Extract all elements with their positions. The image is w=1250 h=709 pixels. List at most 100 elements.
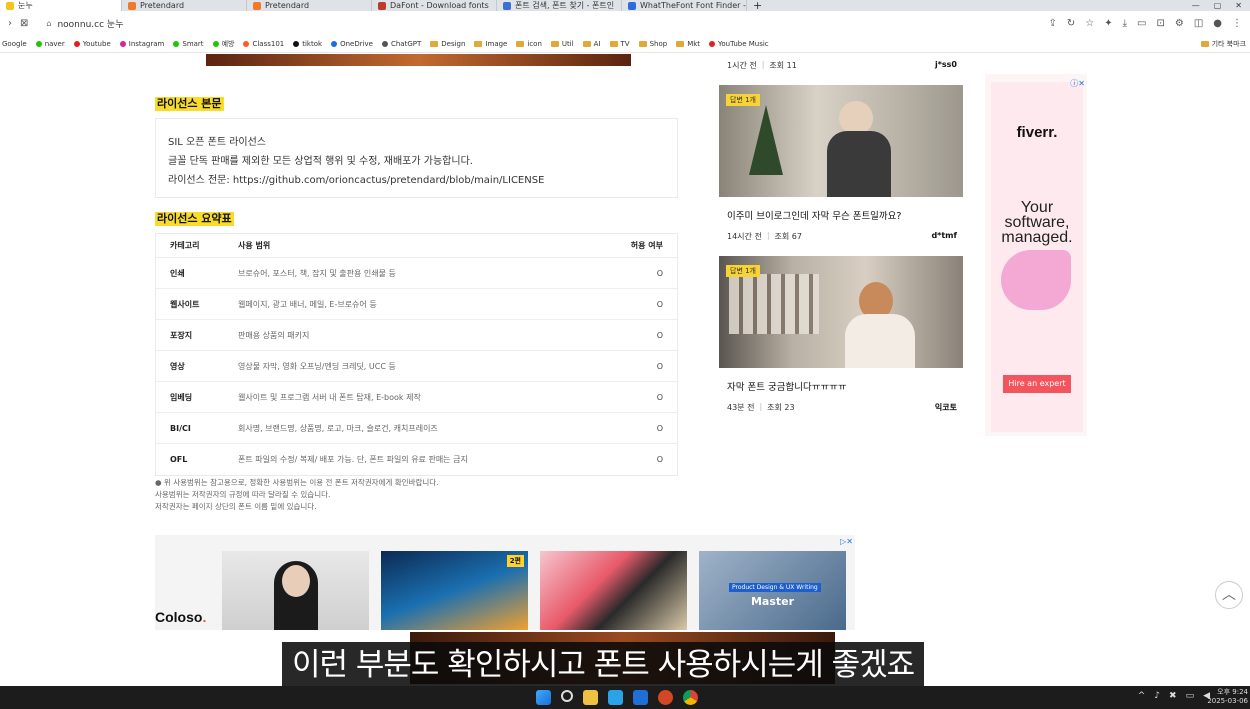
bookmark-item[interactable]: AI bbox=[582, 40, 601, 48]
download-icon[interactable]: ⤓ bbox=[1123, 18, 1127, 29]
table-row: 영상 영상물 자막, 영화 오프닝/엔딩 크레딧, UCC 등 O bbox=[156, 351, 677, 382]
bookmark-item[interactable]: Class101 bbox=[243, 40, 284, 48]
card-title[interactable]: 이주미 브이로그인데 자막 무슨 폰트일까요? bbox=[727, 208, 901, 222]
ad-thumbnail-scene[interactable]: 2편 bbox=[381, 551, 528, 630]
network-icon[interactable]: ▭ bbox=[1186, 691, 1195, 701]
question-card[interactable]: 답변 1개 자막 폰트 궁금합니다ㅠㅠㅠㅠ bbox=[719, 256, 963, 416]
adchoices-icon[interactable]: ▷✕ bbox=[840, 537, 853, 546]
browser-tab[interactable]: WhatTheFont Font Finder - Id bbox=[622, 0, 747, 11]
card-thumbnail[interactable]: 답변 1개 bbox=[719, 256, 963, 368]
chrome-icon[interactable] bbox=[683, 690, 698, 705]
clock[interactable]: 오후 9:24 2025-03-06 bbox=[1207, 688, 1248, 706]
refresh-icon[interactable]: ↻ bbox=[1067, 18, 1075, 29]
browser-tab[interactable]: 눈누 bbox=[0, 0, 122, 11]
search-icon[interactable] bbox=[561, 690, 573, 702]
new-tab-button[interactable]: + bbox=[747, 0, 768, 11]
sidebar-icon[interactable]: ◫ bbox=[1194, 18, 1203, 29]
browser-tab[interactable]: 폰트 검색, 폰트 찾기 - 폰트인 bbox=[497, 0, 622, 11]
share-icon[interactable]: ⇪ bbox=[1048, 18, 1056, 29]
bookmark-item[interactable]: Image bbox=[474, 40, 507, 48]
cell-scope: 웹페이지, 광고 배너, 메일, E-브로슈어 등 bbox=[238, 299, 377, 309]
bookmark-item[interactable]: YouTube Music bbox=[709, 40, 769, 48]
bookmark-item[interactable]: Instagram bbox=[119, 40, 164, 48]
question-card[interactable]: 답변 1개 이주미 브이로그인데 자막 무슨 폰트일까요? bbox=[719, 85, 963, 245]
card-author[interactable]: j*ss0 bbox=[935, 60, 957, 71]
fiverr-ad[interactable]: fiverr. Your software, managed. Hire an … bbox=[985, 74, 1087, 436]
bookmark-favicon-icon bbox=[35, 40, 42, 47]
license-table-title: 라이선스 요약표 bbox=[155, 212, 234, 226]
app-icon[interactable] bbox=[633, 690, 648, 705]
browser-tab[interactable]: Pretendard bbox=[122, 0, 247, 11]
chevron-up-icon[interactable]: ^ bbox=[1138, 691, 1146, 701]
bookmark-item[interactable]: Google bbox=[2, 40, 27, 48]
ad-thumbnail-master[interactable]: Product Design & UX Writing Master bbox=[699, 551, 846, 630]
browser-tab[interactable]: DaFont - Download fonts bbox=[372, 0, 497, 11]
license-line: SIL 오픈 폰트 라이선스 bbox=[168, 137, 267, 148]
card-thumbnail[interactable]: 답변 1개 bbox=[719, 85, 963, 197]
coloso-ad-banner[interactable]: Coloso. 2편 Product Design & UX Writing M… bbox=[155, 535, 855, 630]
minimize-icon[interactable]: — bbox=[1192, 0, 1200, 11]
bookmark-favicon-icon bbox=[293, 40, 300, 47]
maximize-icon[interactable]: ▢ bbox=[1214, 0, 1222, 11]
app-icon[interactable] bbox=[608, 690, 623, 705]
bookmark-item[interactable]: Mkt bbox=[676, 40, 700, 48]
bookmark-item[interactable]: Shop bbox=[638, 40, 667, 48]
card-title[interactable]: 자막 폰트 궁금합니다ㅠㅠㅠㅠ bbox=[727, 379, 847, 393]
lock-icon: ⌂ bbox=[46, 18, 52, 28]
mic-icon[interactable]: ♪ bbox=[1154, 691, 1160, 701]
ad-thumbnail-brand[interactable] bbox=[540, 551, 687, 630]
star-icon[interactable]: ☆ bbox=[1085, 18, 1094, 29]
tab-favicon-icon bbox=[628, 1, 636, 10]
bookmark-item[interactable]: 예방 bbox=[212, 39, 234, 49]
windows-start-icon[interactable] bbox=[536, 690, 551, 705]
url-field[interactable]: ⌂ noonnu.cc 눈누 bbox=[46, 17, 123, 30]
menu-icon[interactable]: ⋮ bbox=[1232, 18, 1242, 29]
cell-scope: 회사명, 브랜드명, 상품명, 로고, 마크, 슬로건, 캐치프레이즈 bbox=[238, 423, 438, 433]
card-meta: 1시간 전 | 조회 11 j*ss0 bbox=[727, 60, 957, 71]
bookmark-item[interactable]: naver bbox=[35, 40, 65, 48]
scroll-top-button[interactable]: ︿ bbox=[1215, 581, 1243, 609]
bookmark-label: Design bbox=[441, 39, 466, 48]
card-author[interactable]: 익코토 bbox=[935, 402, 957, 413]
bookmark-item[interactable]: icon bbox=[516, 40, 542, 48]
browser-tab[interactable]: Pretendard bbox=[247, 0, 372, 11]
bookmark-label: Smart bbox=[182, 39, 204, 48]
profile-icon[interactable]: ● bbox=[1213, 18, 1222, 29]
settings-icon[interactable]: ⚙ bbox=[1175, 18, 1184, 29]
bookmark-item[interactable]: TV bbox=[609, 40, 630, 48]
card-author[interactable]: d*tmf bbox=[931, 231, 957, 242]
hire-expert-button[interactable]: Hire an expert bbox=[1003, 375, 1071, 393]
file-explorer-icon[interactable] bbox=[583, 690, 598, 705]
cell-category: 웹사이트 bbox=[170, 299, 200, 309]
card-meta: 43분 전 | 조회 23 익코토 bbox=[727, 402, 957, 413]
screenshot-icon[interactable]: ⊡ bbox=[1156, 18, 1164, 29]
cell-allowed: O bbox=[656, 299, 663, 309]
tab-label: 눈누 bbox=[18, 1, 33, 10]
powerpoint-icon[interactable] bbox=[658, 690, 673, 705]
cast-icon[interactable]: ▭ bbox=[1137, 18, 1146, 29]
app-tray-icon[interactable]: ✖ bbox=[1169, 691, 1177, 701]
bookmark-item[interactable]: Util bbox=[550, 39, 574, 48]
bookmark-item[interactable]: Youtube bbox=[73, 40, 111, 48]
table-row: 인쇄 브로슈어, 포스터, 책, 잡지 및 출판용 인쇄물 등 O bbox=[156, 258, 677, 289]
adchoices-icon[interactable]: ⓘ✕ bbox=[1070, 78, 1085, 89]
bookmark-item[interactable]: Design bbox=[430, 40, 465, 48]
cell-scope: 판매용 상품의 패키지 bbox=[238, 330, 310, 340]
extensions-icon[interactable]: ✦ bbox=[1104, 18, 1112, 29]
header-allowed: 허용 여부 bbox=[630, 241, 663, 250]
bookmark-item[interactable]: Smart bbox=[173, 39, 204, 48]
tab-favicon-icon bbox=[503, 1, 511, 10]
close-icon[interactable]: ✕ bbox=[1235, 0, 1242, 11]
bookmark-item[interactable]: OneDrive bbox=[331, 40, 373, 48]
bookmark-label: Util bbox=[561, 39, 574, 48]
ad-thumbnail-portrait[interactable] bbox=[222, 551, 369, 630]
cell-allowed: O bbox=[656, 361, 663, 371]
bookmark-item[interactable]: tiktok bbox=[293, 40, 322, 48]
license-notes: ● 위 사용범위는 참고용으로, 정확한 사용범위는 이용 전 폰트 저작권자에… bbox=[155, 477, 439, 513]
bookmark-label: Mkt bbox=[687, 39, 701, 48]
forward-icon[interactable]: › bbox=[8, 18, 12, 29]
other-bookmarks[interactable]: 기타 북마크 bbox=[1200, 35, 1246, 53]
bookmark-item[interactable]: ChatGPT bbox=[381, 40, 421, 48]
answer-badge: 답변 1개 bbox=[726, 94, 760, 106]
bookmark-favicon-icon bbox=[73, 40, 80, 47]
